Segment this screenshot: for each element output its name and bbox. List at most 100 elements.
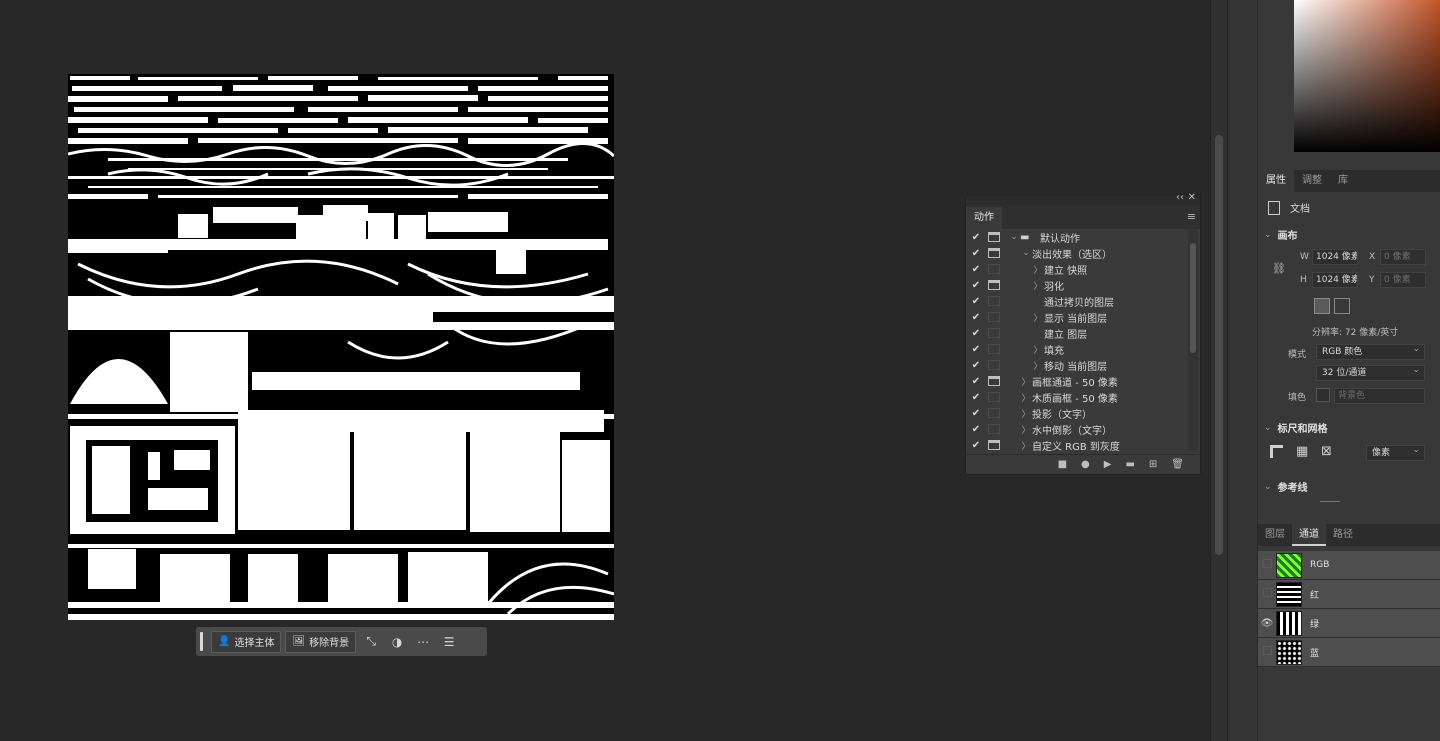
dialog-toggle-icon[interactable] xyxy=(988,408,1000,418)
action-row[interactable]: ✔ 〉填充 xyxy=(968,341,1188,357)
document-canvas[interactable] xyxy=(68,74,614,620)
guides-title[interactable]: 参考线 xyxy=(1278,479,1308,494)
dialog-toggle-icon[interactable] xyxy=(988,392,1000,402)
actions-scroll-thumb[interactable] xyxy=(1190,243,1196,353)
workspace-scrollbar[interactable] xyxy=(1210,0,1227,741)
check-icon[interactable]: ✔ xyxy=(968,280,984,291)
dialog-toggle-icon[interactable] xyxy=(988,264,1000,274)
link-icon[interactable]: ⛓ xyxy=(1272,262,1286,275)
dialog-toggle-icon[interactable] xyxy=(988,248,1000,258)
chevron-down-icon[interactable]: ⌄ xyxy=(1008,232,1020,242)
transform-selection-icon[interactable]: ⤡ xyxy=(360,631,382,653)
stop-icon[interactable]: ■ xyxy=(1058,459,1067,470)
check-icon[interactable]: ✔ xyxy=(968,376,984,387)
select-subject-button[interactable]: 👤 选择主体 xyxy=(211,630,282,653)
chevron-down-icon[interactable]: ⌄ xyxy=(1264,482,1272,492)
dialog-toggle-icon[interactable] xyxy=(988,280,1000,290)
check-icon[interactable]: ✔ xyxy=(968,264,984,275)
rulers-grids-title[interactable]: 标尺和网格 xyxy=(1278,420,1328,435)
dialog-toggle-icon[interactable] xyxy=(988,312,1000,322)
ruler-icon[interactable] xyxy=(1270,445,1283,458)
height-field[interactable]: 1024 像素 xyxy=(1312,272,1358,288)
check-icon[interactable]: ✔ xyxy=(968,440,984,451)
chevron-right-icon[interactable]: 〉 xyxy=(1020,439,1032,452)
canvas-section-title[interactable]: 画布 xyxy=(1278,227,1298,242)
action-row[interactable]: ✔ 〉显示 当前图层 xyxy=(968,309,1188,325)
channel-row[interactable]: 红 xyxy=(1258,580,1440,609)
actions-list[interactable]: ✔ ⌄ ▬ 默认动作 ✔ ⌄ 淡出效果（选区） ✔ 〉建立 快照 ✔ 〉羽化 ✔ 通过拷贝的图层 ✔ 〉显示… xyxy=(968,229,1188,453)
settings-sliders-icon[interactable]: ☰ xyxy=(438,631,460,653)
check-icon[interactable]: ✔ xyxy=(968,312,984,323)
action-row[interactable]: ✔ 〉木质画框 - 50 像素 xyxy=(968,389,1188,405)
tab-layers[interactable]: 图层 xyxy=(1258,524,1292,546)
action-row[interactable]: ✔ 〉画框通道 - 50 像素 xyxy=(968,373,1188,389)
taskbar-grip[interactable] xyxy=(200,632,203,651)
tab-adjustments[interactable]: 调整 xyxy=(1294,170,1330,192)
chevron-right-icon[interactable]: 〉 xyxy=(1020,391,1032,404)
actions-panel[interactable]: ‹‹ ✕ 动作 ≡ ✔ ⌄ ▬ 默认动作 ✔ ⌄ 淡出效果（选区） ✔ 〉建立 快照 ✔ 〉羽化 ✔ 通… xyxy=(965,192,1201,475)
channel-row[interactable]: RGB xyxy=(1258,551,1440,580)
fill-swatch[interactable] xyxy=(1316,388,1330,402)
color-mode-select[interactable]: RGB 颜色 xyxy=(1316,342,1425,360)
chevron-right-icon[interactable]: 〉 xyxy=(1032,359,1044,372)
ruler-unit-select[interactable]: 像素 xyxy=(1366,443,1425,461)
check-icon[interactable]: ✔ xyxy=(968,392,984,403)
channel-row[interactable]: 蓝 xyxy=(1258,638,1440,667)
width-field[interactable]: 1024 像素 xyxy=(1312,249,1358,265)
tab-actions[interactable]: 动作 xyxy=(966,207,1002,229)
scrollbar-thumb[interactable] xyxy=(1215,135,1223,555)
visibility-toggle[interactable] xyxy=(1258,588,1276,600)
grid-icon[interactable]: ▦ xyxy=(1296,444,1308,459)
dialog-toggle-icon[interactable] xyxy=(988,376,1000,386)
contextual-task-bar[interactable]: 👤 选择主体 🖼 移除背景 ⤡ ◑ ⋯ ☰ xyxy=(196,627,487,656)
tab-channels[interactable]: 通道 xyxy=(1292,524,1326,546)
new-action-icon[interactable]: ⊞ xyxy=(1149,459,1157,470)
dialog-toggle-icon[interactable] xyxy=(988,328,1000,338)
visibility-toggle[interactable] xyxy=(1258,559,1276,571)
y-field[interactable]: 0 像素 xyxy=(1380,272,1426,288)
action-row[interactable]: ✔ 通过拷贝的图层 xyxy=(968,293,1188,309)
check-icon[interactable]: ✔ xyxy=(968,296,984,307)
tab-properties[interactable]: 属性 xyxy=(1258,170,1294,192)
actions-scrollbar[interactable] xyxy=(1188,229,1198,451)
chevron-right-icon[interactable]: 〉 xyxy=(1032,311,1044,324)
action-row[interactable]: ✔ ⌄ 淡出效果（选区） xyxy=(968,245,1188,261)
check-icon[interactable]: ✔ xyxy=(968,344,984,355)
tab-libraries[interactable]: 库 xyxy=(1330,170,1356,192)
x-field[interactable]: 0 像素 xyxy=(1380,249,1426,265)
panel-menu-icon[interactable]: ≡ xyxy=(1187,210,1196,223)
check-icon[interactable]: ✔ xyxy=(968,424,984,435)
action-row[interactable]: ✔ 〉移动 当前图层 xyxy=(968,357,1188,373)
remove-background-button[interactable]: 🖼 移除背景 xyxy=(285,630,357,653)
record-icon[interactable]: ● xyxy=(1081,459,1090,470)
close-icon[interactable]: ✕ xyxy=(1188,192,1196,203)
adjustment-icon[interactable]: ◑ xyxy=(386,631,408,653)
chevron-right-icon[interactable]: 〉 xyxy=(1032,279,1044,292)
check-icon[interactable]: ✔ xyxy=(968,328,984,339)
action-row[interactable]: ✔ 〉投影（文字） xyxy=(968,405,1188,421)
action-row[interactable]: ✔ 建立 图层 xyxy=(968,325,1188,341)
pixel-grid-icon[interactable]: ⊠ xyxy=(1321,444,1332,459)
dialog-toggle-icon[interactable] xyxy=(988,344,1000,354)
check-icon[interactable]: ✔ xyxy=(968,408,984,419)
play-icon[interactable]: ▶ xyxy=(1104,459,1112,470)
channel-row[interactable]: 👁 绿 xyxy=(1258,609,1440,638)
actions-panel-titlebar[interactable]: ‹‹ ✕ xyxy=(966,192,1200,205)
trash-icon[interactable]: 🗑 xyxy=(1171,459,1184,470)
fill-select[interactable]: 背景色 xyxy=(1334,388,1425,404)
action-row[interactable]: ✔ 〉自定义 RGB 到灰度 xyxy=(968,437,1188,453)
check-icon[interactable]: ✔ xyxy=(968,360,984,371)
dialog-toggle-icon[interactable] xyxy=(988,296,1000,306)
chevron-right-icon[interactable]: 〉 xyxy=(1020,423,1032,436)
dialog-toggle-icon[interactable] xyxy=(988,440,1000,450)
channels-list[interactable]: RGB 红 👁 绿蓝 xyxy=(1258,551,1440,667)
chevron-down-icon[interactable]: ⌄ xyxy=(1020,248,1032,258)
check-icon[interactable]: ✔ xyxy=(968,248,984,259)
check-icon[interactable]: ✔ xyxy=(968,232,984,243)
action-row[interactable]: ✔ 〉羽化 xyxy=(968,277,1188,293)
color-picker-field[interactable] xyxy=(1294,0,1440,152)
action-row[interactable]: ✔ ⌄ ▬ 默认动作 xyxy=(968,229,1188,245)
eye-icon[interactable]: 👁 xyxy=(1258,618,1276,629)
dialog-toggle-icon[interactable] xyxy=(988,232,1000,242)
chevron-right-icon[interactable]: 〉 xyxy=(1032,343,1044,356)
